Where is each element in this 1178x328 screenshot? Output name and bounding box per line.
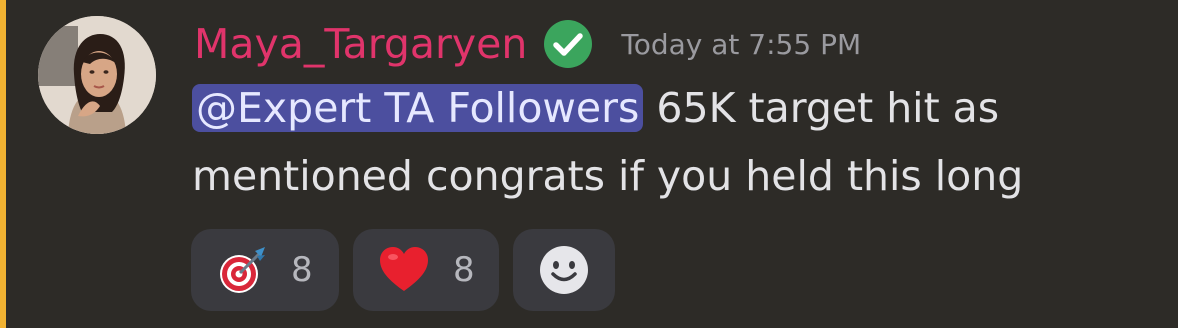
- chat-message: Maya_Targaryen Today at 7:55 PM @Expert …: [0, 0, 1178, 328]
- avatar[interactable]: [38, 16, 156, 134]
- highlight-accent-bar: [0, 0, 6, 328]
- username[interactable]: Maya_Targaryen: [194, 20, 527, 68]
- message-content: @Expert TA Followers 65K target hit as m…: [192, 74, 1152, 210]
- reaction-heart[interactable]: 8: [353, 229, 499, 311]
- message-timestamp[interactable]: Today at 7:55 PM: [621, 28, 861, 61]
- message-text-line2: mentioned congrats if you held this long: [192, 152, 1024, 200]
- reaction-count: 8: [453, 250, 475, 290]
- reactions-bar: 8 8: [191, 229, 615, 311]
- reaction-count: 8: [291, 250, 313, 290]
- red-heart-icon: [377, 243, 431, 297]
- reaction-target[interactable]: 8: [191, 229, 339, 311]
- smiley-icon: [537, 243, 591, 297]
- add-reaction-button[interactable]: [513, 229, 615, 311]
- message-text-line1: 65K target hit as: [643, 84, 1000, 132]
- role-mention[interactable]: @Expert TA Followers: [192, 84, 644, 132]
- target-dart-icon: [215, 243, 269, 297]
- message-header: Maya_Targaryen Today at 7:55 PM: [194, 14, 861, 74]
- verified-check-icon: [543, 19, 593, 69]
